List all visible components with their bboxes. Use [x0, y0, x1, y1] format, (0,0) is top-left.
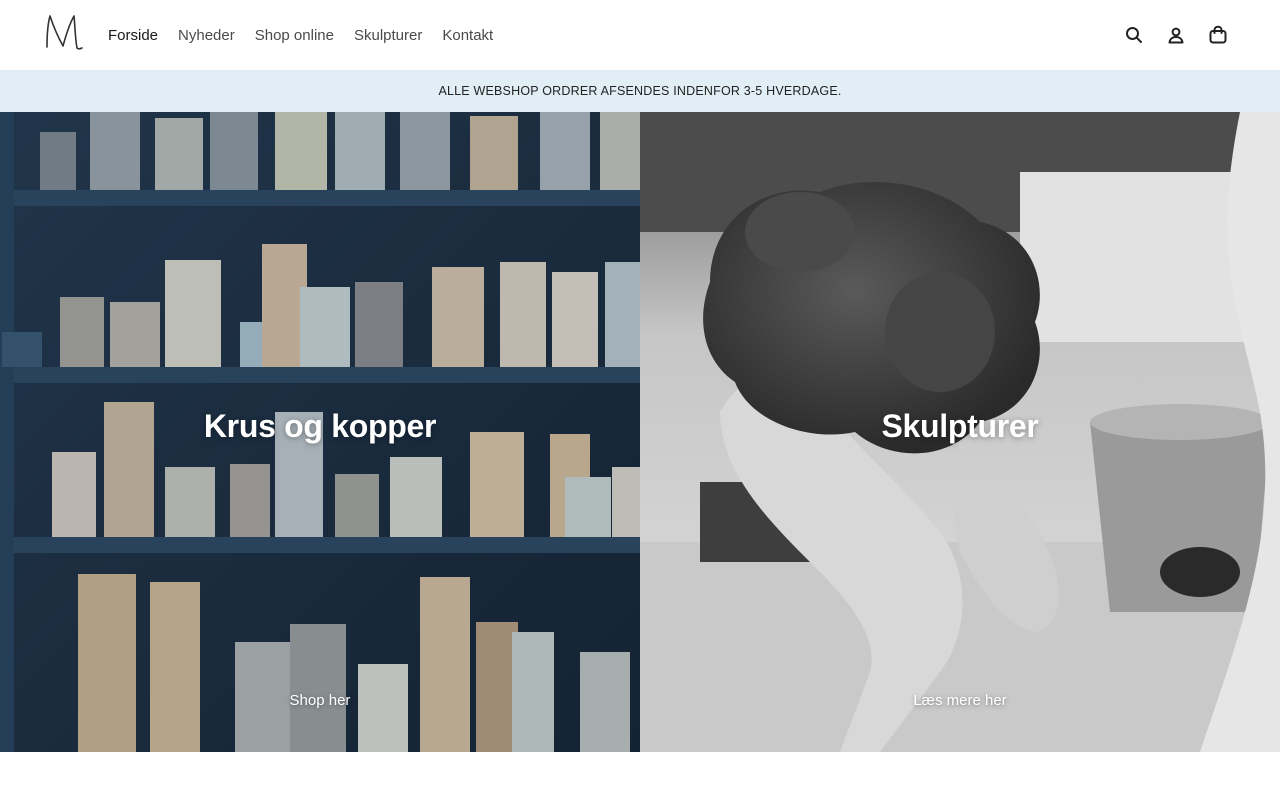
- tile-title: Skulpturer: [881, 408, 1039, 444]
- announcement-bar: ALLE WEBSHOP ORDRER AFSENDES INDENFOR 3-…: [0, 70, 1280, 112]
- nav-item-kontakt[interactable]: Kontakt: [442, 27, 493, 44]
- nav-item-shop-online[interactable]: Shop online: [255, 27, 334, 44]
- nav-item-nyheder[interactable]: Nyheder: [178, 27, 235, 44]
- hero-tiles: Krus og kopper Shop her Skulpturer Læs m…: [0, 112, 1280, 752]
- tile-skulpturer[interactable]: Skulpturer Læs mere her: [640, 112, 1280, 752]
- search-icon[interactable]: [1124, 25, 1144, 45]
- tile-krus-og-kopper[interactable]: Krus og kopper Shop her: [0, 112, 640, 752]
- header-actions: [1124, 0, 1228, 70]
- account-icon[interactable]: [1166, 25, 1186, 45]
- tile-title: Krus og kopper: [203, 408, 437, 444]
- read-more-link[interactable]: Læs mere her: [640, 692, 1280, 709]
- site-header: Forside Nyheder Shop online Skulpturer K…: [0, 0, 1280, 70]
- nav-item-skulpturer[interactable]: Skulpturer: [354, 27, 422, 44]
- logo-icon[interactable]: [44, 13, 84, 51]
- main-nav: Forside Nyheder Shop online Skulpturer K…: [108, 0, 513, 70]
- nav-item-forside[interactable]: Forside: [108, 27, 158, 44]
- announcement-text: ALLE WEBSHOP ORDRER AFSENDES INDENFOR 3-…: [438, 84, 842, 98]
- shop-here-link[interactable]: Shop her: [0, 692, 640, 709]
- cart-icon[interactable]: [1208, 25, 1228, 45]
